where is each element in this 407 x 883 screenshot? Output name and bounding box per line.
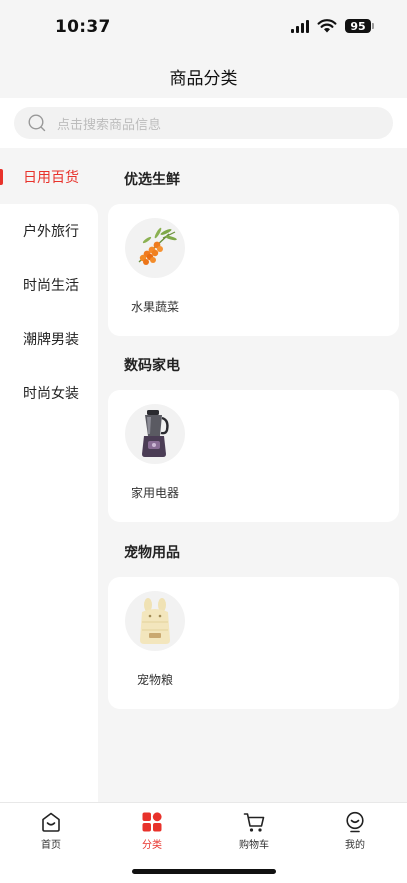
signal-icon <box>291 19 309 33</box>
section-title: 数码家电 <box>124 358 180 374</box>
active-indicator <box>0 169 3 185</box>
sidebar-item-label: 时尚女装 <box>23 386 79 402</box>
status-bar: 10:37 95 <box>0 0 407 56</box>
home-indicator <box>132 869 276 874</box>
category-label: 宠物粮 <box>136 673 173 687</box>
tab-category[interactable]: 分类 <box>117 811 187 851</box>
profile-icon <box>346 811 364 833</box>
search-bar: 点击搜索商品信息 <box>0 98 407 148</box>
tab-label: 我的 <box>345 840 365 851</box>
sidebar-item-fashion-life[interactable]: 时尚生活 <box>0 265 98 305</box>
category-image <box>125 218 185 278</box>
search-placeholder: 点击搜索商品信息 <box>57 117 162 133</box>
category-image <box>125 404 185 464</box>
sidebar-item-mens-streetwear[interactable]: 潮牌男装 <box>0 319 98 359</box>
search-input[interactable]: 点击搜索商品信息 <box>14 107 393 139</box>
sea-buckthorn-fruit-icon <box>138 227 177 265</box>
tab-home[interactable]: 首页 <box>16 811 86 851</box>
battery-icon: 95 <box>345 19 374 33</box>
pet-food-bag-icon <box>140 598 170 644</box>
tab-label: 购物车 <box>239 840 269 851</box>
cart-icon <box>243 813 265 832</box>
tab-label: 首页 <box>41 840 61 851</box>
section-title: 优选生鲜 <box>124 172 180 188</box>
category-grid-icon <box>142 812 162 832</box>
wifi-icon <box>317 19 337 33</box>
category-card: 宠物粮 <box>108 577 399 709</box>
category-card: 家用电器 <box>108 390 399 522</box>
sidebar-item-label: 日用百货 <box>23 170 79 186</box>
status-time: 10:37 <box>55 17 111 37</box>
category-card: 水果蔬菜 <box>108 204 399 336</box>
sidebar-item-womens-fashion[interactable]: 时尚女装 <box>0 373 98 413</box>
sidebar-item-label: 户外旅行 <box>23 224 79 240</box>
category-label: 家用电器 <box>130 486 179 500</box>
sidebar-item-label: 时尚生活 <box>23 278 79 294</box>
battery-level: 95 <box>350 19 366 33</box>
section-title: 宠物用品 <box>124 545 180 561</box>
category-sidebar: 日用百货 户外旅行 时尚生活 潮牌男装 时尚女装 <box>0 148 98 802</box>
category-item-pet-food[interactable]: 宠物粮 <box>124 591 186 688</box>
category-item-fruit-vegetables[interactable]: 水果蔬菜 <box>124 218 186 315</box>
sidebar-item-outdoor-travel[interactable]: 户外旅行 <box>0 211 98 251</box>
tab-label: 分类 <box>142 840 162 851</box>
tab-cart[interactable]: 购物车 <box>219 811 289 851</box>
search-icon <box>28 114 46 132</box>
category-item-home-appliances[interactable]: 家用电器 <box>124 404 186 501</box>
sidebar-item-label: 潮牌男装 <box>23 332 79 348</box>
status-icons: 95 <box>291 19 374 33</box>
category-label: 水果蔬菜 <box>130 300 179 314</box>
page-title: 商品分类 <box>169 69 238 89</box>
home-icon <box>42 812 60 832</box>
tab-profile[interactable]: 我的 <box>320 811 390 851</box>
blender-icon <box>142 410 169 457</box>
category-image <box>125 591 185 651</box>
sidebar-item-daily-goods[interactable]: 日用百货 <box>0 157 98 197</box>
